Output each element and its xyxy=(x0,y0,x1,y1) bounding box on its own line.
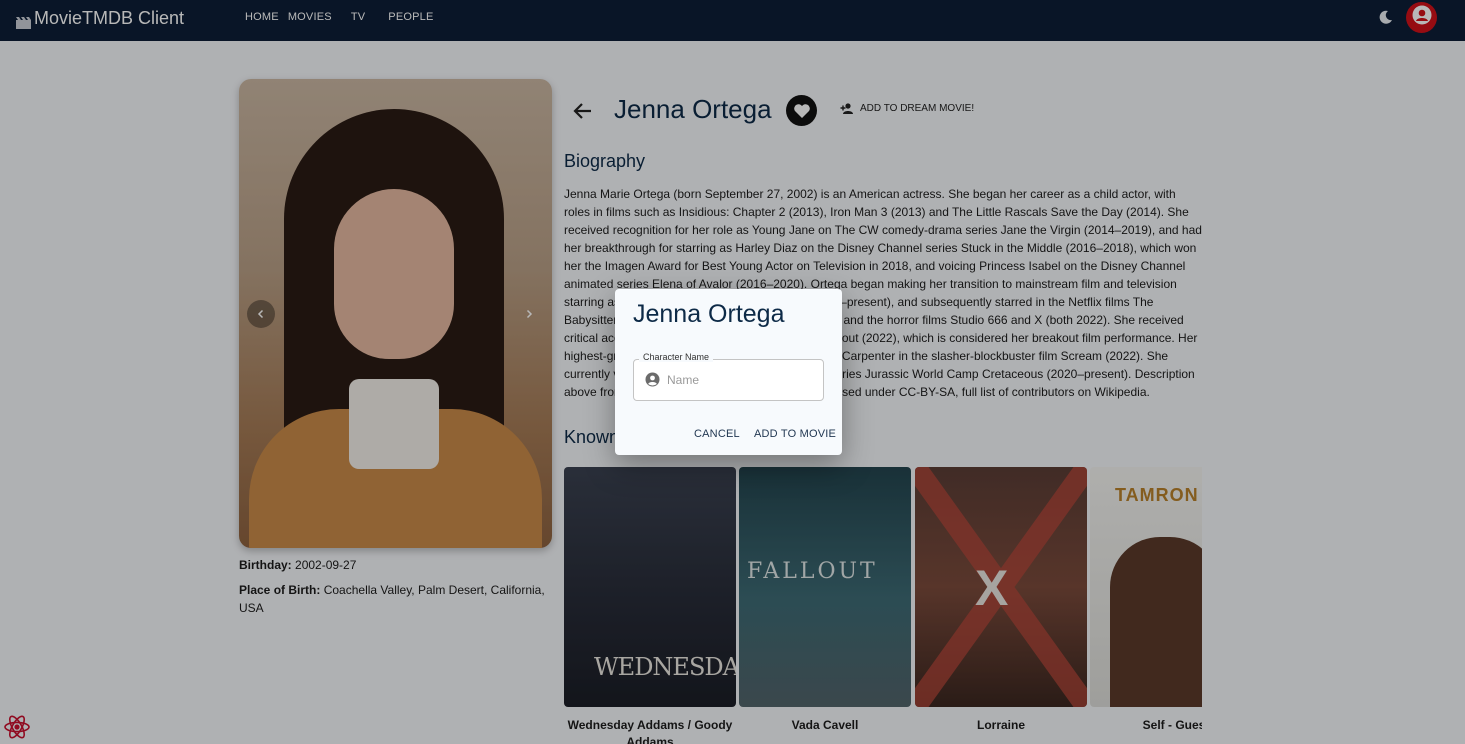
add-to-movie-button[interactable]: ADD TO MOVIE xyxy=(754,428,836,440)
add-character-dialog: Jenna Ortega Character Name CANCEL ADD T… xyxy=(615,289,842,455)
cancel-button[interactable]: CANCEL xyxy=(694,428,740,440)
account-circle-icon xyxy=(645,372,660,387)
dialog-title: Jenna Ortega xyxy=(633,300,785,328)
character-name-input[interactable] xyxy=(667,370,817,390)
character-name-label: Character Name xyxy=(639,352,714,362)
